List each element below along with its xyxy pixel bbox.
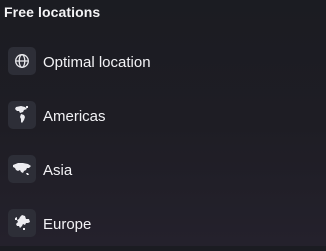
americas-map-icon: [8, 101, 36, 129]
free-locations-list: Optimal location Americas Asia Europe: [0, 35, 326, 251]
location-item-asia[interactable]: Asia: [0, 143, 326, 197]
location-label: Optimal location: [43, 54, 151, 71]
europe-map-icon: [8, 209, 36, 237]
location-label: Asia: [43, 162, 73, 179]
section-title: Free locations: [4, 4, 101, 20]
location-label: Europe: [43, 216, 92, 233]
asia-map-icon: [8, 155, 36, 183]
location-label: Americas: [43, 108, 106, 125]
globe-icon: [8, 47, 36, 75]
location-item-americas[interactable]: Americas: [0, 89, 326, 143]
location-item-optimal[interactable]: Optimal location: [0, 35, 326, 89]
location-item-europe[interactable]: Europe: [0, 197, 326, 251]
